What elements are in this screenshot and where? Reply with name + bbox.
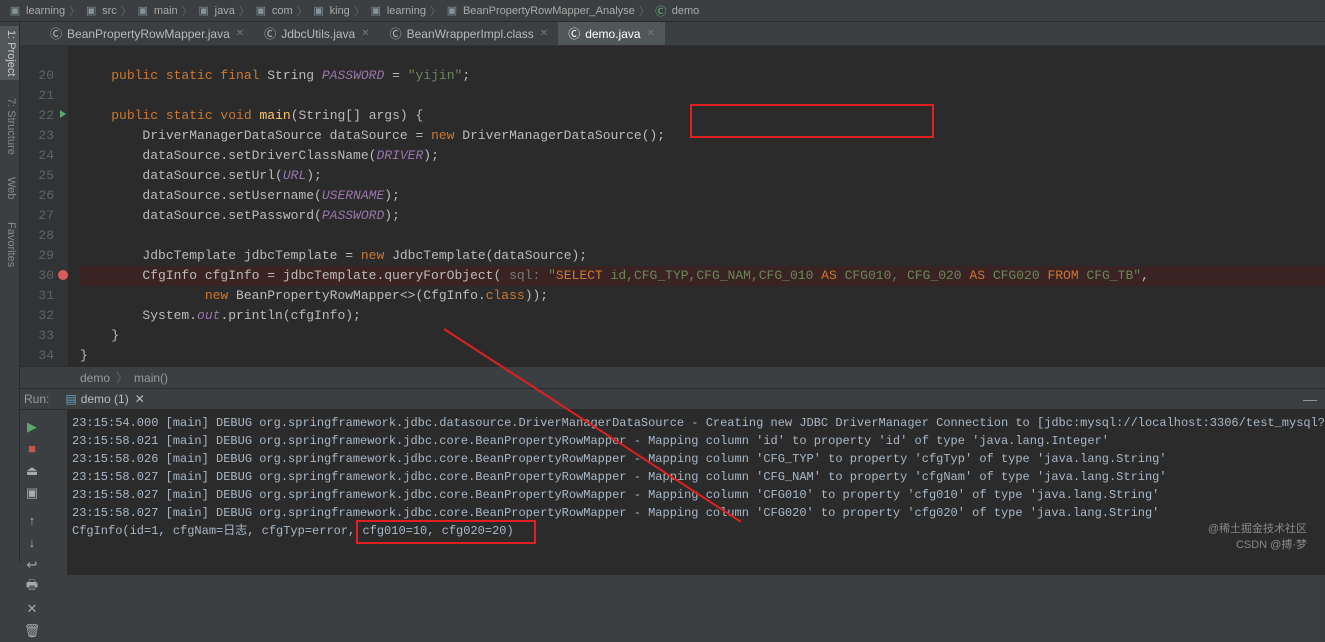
crumb-item[interactable]: java [215, 5, 235, 17]
chevron-right-icon: 〉 [239, 3, 250, 19]
stop-button[interactable]: ■ [20, 438, 44, 460]
tool-tab-structure[interactable]: 7: Structure [0, 94, 19, 159]
tab-label: BeanWrapperImpl.class [407, 27, 534, 41]
class-icon: Ⓒ [50, 25, 62, 42]
crumb-item[interactable]: learning [387, 5, 426, 17]
editor-tab-active[interactable]: Ⓒdemo.java ✕ [558, 22, 665, 45]
chevron-right-icon: 〉 [297, 3, 308, 19]
close-icon[interactable]: ✕ [135, 392, 145, 406]
editor-crumb-trail: demo 〉 main() [20, 366, 1325, 388]
soft-wrap-button[interactable]: ↩ [20, 554, 44, 576]
tool-tab-favorites[interactable]: Favorites [0, 218, 19, 271]
editor-tab-strip: Ⓒ BeanPropertyRowMapper.java ✕ Ⓒ JdbcUtils.… [0, 22, 1325, 46]
crumb[interactable]: main() [134, 371, 168, 385]
breadcrumb: ▣ learning 〉 ▣ src 〉 ▣ main 〉 ▣ java 〉 ▣ com 〉 ▣ k… [0, 0, 1325, 22]
close-icon[interactable]: ✕ [647, 28, 655, 39]
console-toolbar: ▶ ■ ⏏ ▣ ↑ ↓ ↩ 🖶 ✕ 🗑 [20, 410, 68, 575]
tab-label: BeanPropertyRowMapper.java [67, 27, 230, 41]
folder-icon: ▣ [369, 4, 383, 18]
chevron-right-icon: 〉 [69, 3, 80, 19]
code-area[interactable]: public static final String PASSWORD = "y… [80, 46, 1325, 366]
console-output[interactable]: 23:15:54.000 [main] DEBUG org.springfram… [72, 414, 1325, 540]
editor-tab[interactable]: Ⓒ BeanPropertyRowMapper.java ✕ [40, 22, 254, 45]
folder-icon: ▣ [312, 4, 326, 18]
folder-icon: ▣ [84, 4, 98, 18]
editor-tab[interactable]: Ⓒ JdbcUtils.java ✕ [254, 22, 379, 45]
crumb-item[interactable]: com [272, 5, 293, 17]
run-label: Run: [24, 392, 49, 406]
print-button[interactable]: 🖶 [20, 576, 44, 598]
close-icon[interactable]: ✕ [236, 28, 244, 39]
chevron-right-icon: 〉 [116, 369, 128, 386]
folder-icon: ▣ [254, 4, 268, 18]
crumb-item[interactable]: demo [672, 5, 700, 17]
crumb-item[interactable]: learning [26, 5, 65, 17]
hide-panel-icon[interactable]: — [1303, 391, 1317, 407]
code-editor[interactable]: 202122232425262728293031323334 public st… [20, 46, 1325, 366]
editor-gutter: 202122232425262728293031323334 [20, 46, 68, 366]
chevron-right-icon: 〉 [354, 3, 365, 19]
tab-label: demo.java [585, 27, 640, 41]
scroll-up-button[interactable]: ↑ [20, 510, 44, 532]
crumb-item[interactable]: src [102, 5, 117, 17]
layout-button[interactable]: ▣ [20, 482, 44, 504]
chevron-right-icon: 〉 [639, 3, 650, 19]
chevron-right-icon: 〉 [182, 3, 193, 19]
crumb-item[interactable]: main [154, 5, 178, 17]
tool-tab-web[interactable]: Web [0, 173, 19, 203]
class-icon: Ⓒ [568, 25, 580, 42]
crumb-item[interactable]: BeanPropertyRowMapper_Analyse [463, 5, 635, 17]
project-icon: ▣ [8, 4, 22, 18]
close-icon[interactable]: ✕ [361, 28, 369, 39]
exit-button[interactable]: ⏏ [20, 460, 44, 482]
editor-tab[interactable]: Ⓒ BeanWrapperImpl.class ✕ [380, 22, 559, 45]
scroll-down-button[interactable]: ↓ [20, 532, 44, 554]
run-config-tab[interactable]: ▤ demo (1) ✕ [57, 390, 152, 408]
tab-label: JdbcUtils.java [281, 27, 355, 41]
class-icon: Ⓒ [390, 25, 402, 42]
run-panel-header: Run: ▤ demo (1) ✕ — [20, 388, 1325, 410]
class-icon: Ⓒ [264, 25, 276, 42]
crumb[interactable]: demo [80, 371, 110, 385]
clear-button[interactable]: ✕ [20, 598, 44, 620]
trash-button[interactable]: 🗑 [20, 620, 44, 642]
left-tool-stripe: 1: Project 7: Structure Web Favorites [0, 22, 20, 562]
folder-icon: ▣ [197, 4, 211, 18]
run-console: ▶ ■ ⏏ ▣ ↑ ↓ ↩ 🖶 ✕ 🗑 23:15:54.000 [main] … [20, 410, 1325, 575]
crumb-item[interactable]: king [330, 5, 350, 17]
close-icon[interactable]: ✕ [540, 28, 548, 39]
chevron-right-icon: 〉 [430, 3, 441, 19]
run-config-name: demo (1) [81, 392, 129, 406]
class-icon: Ⓒ [654, 4, 668, 18]
application-icon: ▤ [65, 392, 76, 406]
folder-icon: ▣ [136, 4, 150, 18]
chevron-right-icon: 〉 [121, 3, 132, 19]
tool-tab-project[interactable]: 1: Project [0, 26, 19, 80]
folder-icon: ▣ [445, 4, 459, 18]
rerun-button[interactable]: ▶ [20, 416, 44, 438]
